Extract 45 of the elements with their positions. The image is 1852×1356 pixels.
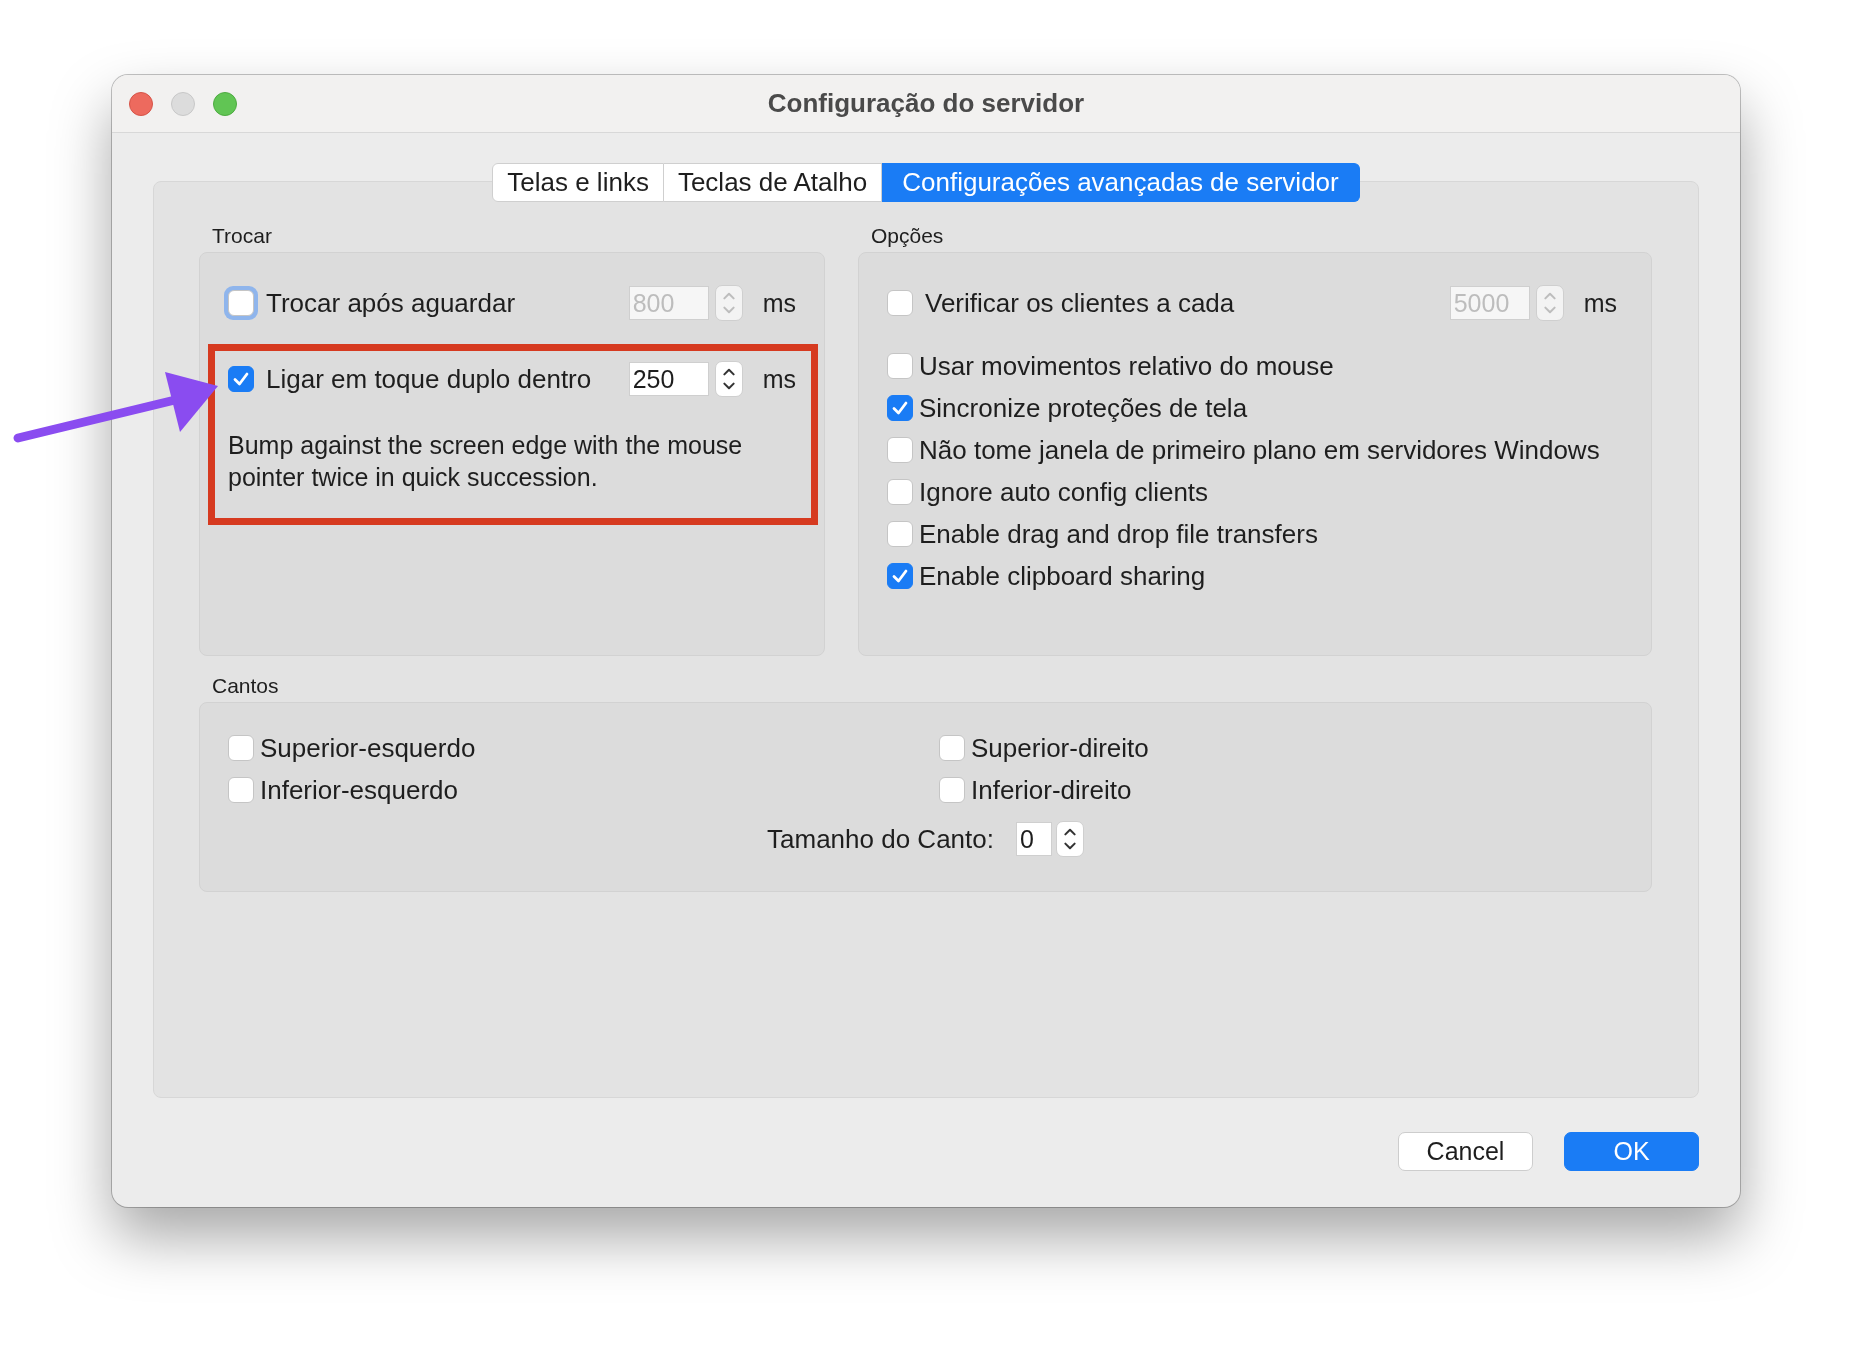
unit-label: ms bbox=[762, 364, 796, 394]
checkbox-label: Enable drag and drop file transfers bbox=[919, 518, 1318, 550]
window-title: Configuração do servidor bbox=[767, 88, 1085, 119]
checkbox-label: Sincronize proteções de tela bbox=[919, 392, 1248, 424]
zoom-button[interactable] bbox=[213, 92, 237, 116]
unit-label: ms bbox=[1583, 288, 1617, 318]
tab[interactable]: Configurações avançadas de servidor bbox=[882, 163, 1360, 202]
checkbox[interactable] bbox=[228, 777, 254, 803]
group-label: Cantos bbox=[211, 674, 280, 698]
checkbox[interactable] bbox=[887, 395, 913, 421]
cancel-button[interactable]: Cancel bbox=[1398, 1132, 1533, 1171]
checkbox[interactable] bbox=[939, 735, 965, 761]
checkbox-label: Inferior-esquerdo bbox=[260, 774, 458, 806]
number-field[interactable]: 0 bbox=[1015, 822, 1052, 856]
checkbox[interactable] bbox=[228, 735, 254, 761]
checkbox-label: Inferior-direito bbox=[971, 774, 1132, 806]
tab[interactable]: Teclas de Atalho bbox=[663, 163, 883, 202]
checkbox-label: Superior-direito bbox=[971, 732, 1149, 764]
checkbox[interactable] bbox=[887, 563, 913, 589]
number-field[interactable]: 250 bbox=[628, 362, 709, 396]
checkbox-label: Usar movimentos relativo do mouse bbox=[919, 350, 1334, 382]
ok-button[interactable]: OK bbox=[1564, 1132, 1699, 1171]
checkbox[interactable] bbox=[887, 353, 913, 379]
checkbox-label: Ligar em toque duplo dentro bbox=[266, 363, 593, 395]
unit-label: ms bbox=[762, 288, 796, 318]
minimize-button[interactable] bbox=[171, 92, 195, 116]
close-button[interactable] bbox=[129, 92, 153, 116]
stepper[interactable] bbox=[1055, 821, 1084, 857]
checkbox[interactable] bbox=[939, 777, 965, 803]
group-label: Trocar bbox=[211, 224, 273, 248]
checkbox-label: Trocar após aguardar bbox=[266, 287, 517, 319]
tab[interactable]: Telas e links bbox=[492, 163, 664, 202]
checkbox-label: Não tome janela de primeiro plano em servidores Windows bbox=[919, 434, 1600, 466]
checkbox-label: Enable clipboard sharing bbox=[919, 560, 1206, 592]
checkbox[interactable] bbox=[228, 366, 254, 392]
group-label: Opções bbox=[870, 224, 945, 248]
size-label: Tamanho do Canto: bbox=[767, 823, 994, 855]
description-text: Bump against the screen edge with the mouse pointer twice in quick succession. bbox=[228, 430, 744, 493]
checkbox[interactable] bbox=[887, 437, 913, 463]
checkbox-label: Superior-esquerdo bbox=[260, 732, 476, 764]
checkbox-label: Verificar os clientes a cada bbox=[925, 287, 1236, 319]
stepper[interactable] bbox=[714, 361, 743, 397]
checkbox-label: Ignore auto config clients bbox=[919, 476, 1209, 508]
checkbox[interactable] bbox=[887, 479, 913, 505]
checkbox[interactable] bbox=[887, 521, 913, 547]
